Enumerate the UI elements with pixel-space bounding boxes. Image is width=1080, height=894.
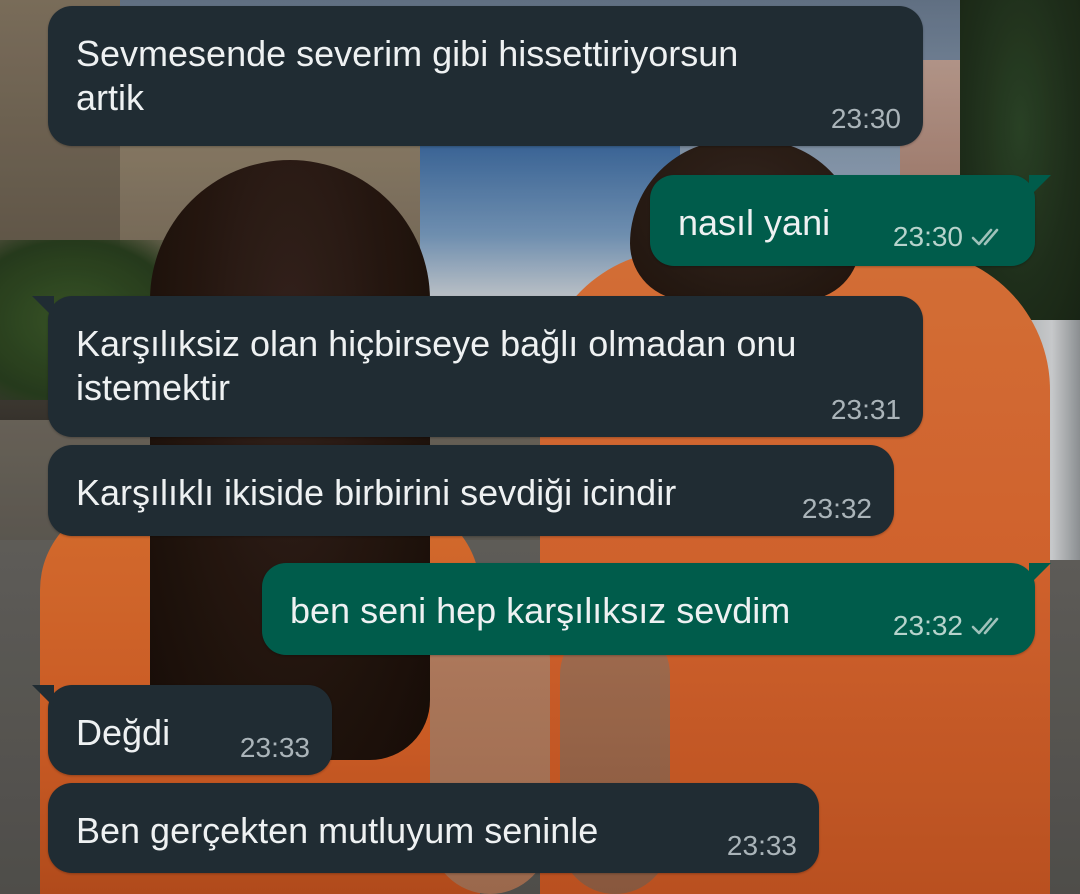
message-timestamp: 23:30: [892, 221, 963, 252]
message-bubble-incoming[interactable]: Karşılıksiz olan hiçbirseye bağlı olmada…: [32, 296, 923, 437]
message-bubble-outgoing[interactable]: nasıl yani 23:30: [650, 175, 1051, 266]
message-meta: 23:30: [893, 222, 1009, 252]
message-text: Karşılıklı ikiside birbirini sevdiği ici…: [76, 472, 677, 513]
message-meta: 23:33: [727, 831, 797, 861]
message-meta: 23:32: [893, 611, 1009, 641]
message-timestamp: 23:32: [801, 493, 872, 524]
message-bubble-outgoing[interactable]: ben seni hep karşılıksız sevdim 23:32: [262, 563, 1051, 655]
message-meta: 23:32: [802, 494, 872, 524]
message-list[interactable]: Sevmesende severim gibi hissettiriyorsun…: [0, 0, 1080, 894]
message-bubble-incoming[interactable]: Sevmesende severim gibi hissettiriyorsun…: [48, 6, 923, 146]
message-meta: 23:33: [240, 733, 310, 763]
message-bubble-incoming[interactable]: Karşılıklı ikiside birbirini sevdiği ici…: [48, 445, 894, 536]
message-text: Sevmesende severim gibi hissettiriyorsun…: [76, 33, 739, 118]
message-timestamp: 23:30: [830, 103, 901, 134]
double-check-icon: [971, 617, 999, 635]
double-check-icon: [971, 228, 999, 246]
message-timestamp: 23:33: [726, 830, 797, 861]
bubble-tail: [32, 685, 54, 707]
bubble-tail: [1029, 563, 1051, 585]
message-meta: 23:31: [831, 395, 901, 425]
message-bubble-incoming[interactable]: Ben gerçekten mutluyum seninle 23:33: [48, 783, 819, 873]
message-timestamp: 23:33: [239, 732, 310, 763]
message-text: Karşılıksiz olan hiçbirseye bağlı olmada…: [76, 323, 797, 408]
message-text: Ben gerçekten mutluyum seninle: [76, 810, 599, 851]
bubble-tail: [32, 296, 54, 318]
message-timestamp: 23:32: [892, 610, 963, 641]
message-bubble-incoming[interactable]: Değdi 23:33: [32, 685, 332, 775]
message-timestamp: 23:31: [830, 394, 901, 425]
bubble-tail: [1029, 175, 1051, 197]
message-meta: 23:30: [831, 104, 901, 134]
